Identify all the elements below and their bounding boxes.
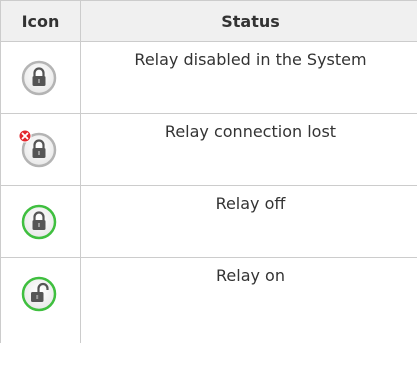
lock-closed-gray-icon — [21, 60, 57, 96]
relay-status-table: Icon Status Relay disabled in the System… — [0, 0, 417, 343]
status-text: Relay off — [80, 185, 417, 258]
page: Icon Status Relay disabled in the System… — [0, 0, 417, 378]
error-badge-icon — [18, 129, 32, 143]
icon-column-header: Icon — [0, 0, 81, 42]
icon-cell — [0, 41, 81, 114]
table-header-row: Icon Status — [0, 0, 417, 42]
lock-closed-green-icon — [21, 204, 57, 240]
status-column-header: Status — [80, 0, 417, 42]
icon-cell — [0, 185, 81, 258]
icon-cell — [0, 257, 81, 343]
lock-closed-error-icon — [18, 129, 57, 168]
status-text: Relay on — [80, 257, 417, 343]
table-row: Relay off — [0, 185, 417, 258]
lock-open-green-icon — [21, 276, 57, 312]
status-text: Relay disabled in the System — [80, 41, 417, 114]
table-row: Relay connection lost — [0, 113, 417, 186]
icon-cell — [0, 113, 81, 186]
table-row: Relay disabled in the System — [0, 41, 417, 114]
table-row: Relay on — [0, 257, 417, 343]
status-text: Relay connection lost — [80, 113, 417, 186]
